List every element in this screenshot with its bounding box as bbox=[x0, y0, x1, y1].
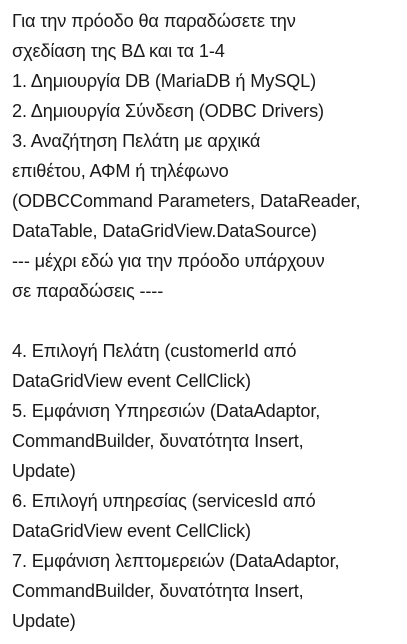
message-text: Για την πρόοδο θα παραδώσετε την σχεδίασ… bbox=[12, 6, 405, 636]
message-line: Update) bbox=[12, 461, 76, 481]
message-line: (ODBCCommand Parameters, DataReader, bbox=[12, 191, 361, 211]
message-line: Για την πρόοδο θα παραδώσετε την bbox=[12, 11, 296, 31]
message-line: Update) bbox=[12, 611, 76, 631]
message-line: --- μέχρι εδώ για την πρόοδο υπάρχουν bbox=[12, 251, 325, 271]
message-line: CommandBuilder, δυνατότητα Insert, bbox=[12, 431, 304, 451]
message-line: 7. Εμφάνιση λεπτομερειών (DataAdaptor, bbox=[12, 551, 340, 571]
message-line: DataGridView event CellClick) bbox=[12, 371, 251, 391]
message-line: 6. Επιλογή υπηρεσίας (servicesId από bbox=[12, 491, 316, 511]
message-line: 5. Εμφάνιση Υπηρεσιών (DataAdaptor, bbox=[12, 401, 321, 421]
message-line: επιθέτου, ΑΦΜ ή τηλέφωνο bbox=[12, 161, 229, 181]
message-line: 2. Δημιουργία Σύνδεση (ODBC Drivers) bbox=[12, 101, 324, 121]
message-line: DataGridView event CellClick) bbox=[12, 521, 251, 541]
message-line: CommandBuilder, δυνατότητα Insert, bbox=[12, 581, 304, 601]
message-line: 3. Αναζήτηση Πελάτη με αρχικά bbox=[12, 131, 261, 151]
message-line: σε παραδώσεις ---- bbox=[12, 281, 164, 301]
message-line: 4. Επιλογή Πελάτη (customerId από bbox=[12, 341, 297, 361]
message-line: 1. Δημιουργία DB (MariaDB ή MySQL) bbox=[12, 71, 317, 91]
message-line: DataTable, DataGridView.DataSource) bbox=[12, 221, 317, 241]
message-line: σχεδίαση της ΒΔ και τα 1-4 bbox=[12, 41, 225, 61]
